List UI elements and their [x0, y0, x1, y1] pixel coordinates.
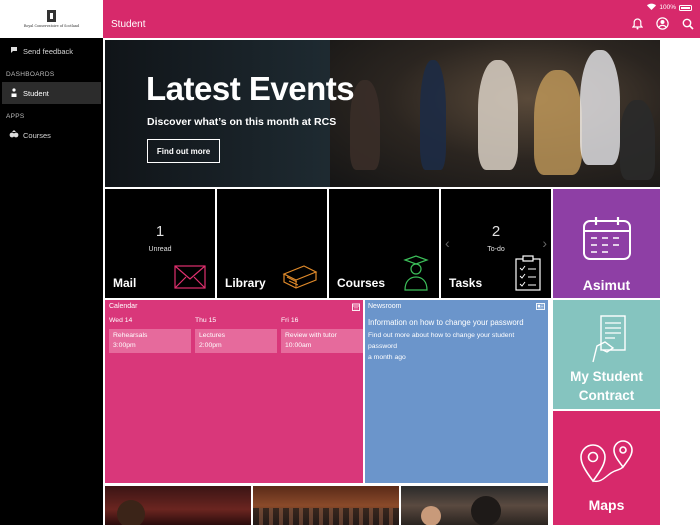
calendar-event-title: Rehearsals	[113, 332, 148, 339]
calendar-day-label: Fri 16	[281, 317, 299, 324]
tasks-todo-label: To-do	[487, 246, 505, 253]
courses-label: Courses	[337, 276, 386, 290]
mail-label: Mail	[113, 276, 137, 290]
photo-tile[interactable]	[401, 486, 548, 525]
calendar-widget[interactable]: Calendar Wed 14 Thu 15 Fri 16 Rehearsals…	[105, 300, 363, 483]
calendar-event-title: Lectures	[199, 332, 226, 339]
find-out-more-button[interactable]: Find out more	[147, 139, 220, 163]
wifi-icon	[647, 3, 657, 12]
maps-label: Maps	[588, 497, 625, 513]
library-label: Library	[225, 276, 266, 290]
envelope-icon	[174, 265, 206, 289]
apps-section-title: APPS	[6, 113, 25, 120]
newsroom-title: Newsroom	[368, 303, 402, 310]
asimut-label: Asimut	[582, 277, 631, 293]
calendar-day-label: Thu 15	[195, 317, 217, 324]
status-bar: 100%	[647, 3, 692, 12]
latest-events-banner[interactable]: Latest Events Discover what’s on this mo…	[105, 40, 660, 187]
sidebar-item-courses[interactable]: Courses	[0, 124, 103, 146]
hero-title: Latest Events	[146, 70, 355, 107]
mail-tile[interactable]: 1 Unread Mail	[105, 189, 215, 298]
calendar-event[interactable]: Lectures 2:00pm	[195, 329, 277, 353]
tasks-tile[interactable]: ‹ › 2 To-do Tasks	[441, 189, 551, 298]
calendar-day-label: Wed 14	[109, 317, 133, 324]
contract-hand-icon	[592, 315, 626, 363]
sidebar-item-student[interactable]: Student	[2, 82, 101, 104]
battery-icon	[679, 4, 692, 11]
calendar-small-icon	[352, 303, 360, 311]
books-icon	[282, 265, 318, 289]
logo[interactable]: Royal Conservatoire of Scotland	[0, 0, 103, 38]
sidebar-item-label: Student	[23, 88, 49, 98]
send-feedback-button[interactable]: Send feedback	[0, 40, 103, 62]
contract-label-line1: My Student	[570, 369, 643, 384]
sidebar-item-label: Courses	[23, 130, 51, 140]
news-headline[interactable]: Information on how to change your passwo…	[368, 317, 546, 328]
dashboards-section-title: DASHBOARDS	[6, 71, 55, 78]
page-title: Student	[111, 19, 146, 30]
search-icon[interactable]	[681, 17, 694, 30]
maps-tile[interactable]: Maps	[553, 411, 660, 525]
mail-count: 1	[155, 223, 165, 240]
library-tile[interactable]: Library	[217, 189, 327, 298]
news-body: Find out more about how to change your s…	[368, 332, 515, 350]
send-feedback-label: Send feedback	[23, 46, 74, 56]
calendar-title: Calendar	[109, 303, 138, 310]
photo-tile[interactable]	[105, 486, 251, 525]
map-pins-icon	[580, 440, 633, 483]
chat-bubble-icon	[8, 46, 20, 56]
courses-tile[interactable]: Courses	[329, 189, 439, 298]
calendar-event-title: Review with tutor	[285, 332, 337, 339]
asimut-tile[interactable]: Asimut	[553, 189, 660, 298]
mail-unread-label: Unread	[148, 246, 172, 253]
photo-tile[interactable]	[253, 486, 399, 525]
calendar-event[interactable]: Rehearsals 3:00pm	[109, 329, 191, 353]
graduate-icon	[403, 255, 429, 291]
top-bar: 100% Student	[103, 0, 700, 38]
logo-text: Royal Conservatoire of Scotland	[23, 24, 80, 28]
hero-subtitle: Discover what’s on this month at RCS	[147, 116, 337, 128]
contract-label-line2: Contract	[578, 388, 635, 403]
tasks-count: 2	[491, 223, 501, 240]
clipboard-icon	[515, 255, 541, 291]
my-student-contract-tile[interactable]: My Student Contract	[553, 300, 660, 409]
sidebar: Royal Conservatoire of Scotland Send fee…	[0, 0, 103, 525]
courses-icon	[8, 130, 20, 140]
calendar-event[interactable]: Review with tutor 10:00am	[281, 329, 363, 353]
news-timestamp: a month ago	[368, 354, 406, 361]
logo-mark	[47, 10, 56, 22]
newsroom-widget[interactable]: Newsroom Information on how to change yo…	[365, 300, 548, 483]
stage-photo	[330, 40, 660, 187]
bell-icon[interactable]	[631, 17, 644, 30]
calendar-event-time: 10:00am	[285, 342, 312, 349]
dashboard-grid: Latest Events Discover what’s on this mo…	[103, 38, 700, 525]
newspaper-icon	[536, 303, 545, 310]
calendar-icon	[583, 217, 631, 260]
account-icon[interactable]	[656, 17, 669, 30]
person-icon	[8, 87, 20, 99]
calendar-event-time: 3:00pm	[113, 342, 136, 349]
tasks-label: Tasks	[449, 276, 483, 290]
calendar-event-time: 2:00pm	[199, 342, 222, 349]
battery-percent: 100%	[659, 4, 676, 11]
